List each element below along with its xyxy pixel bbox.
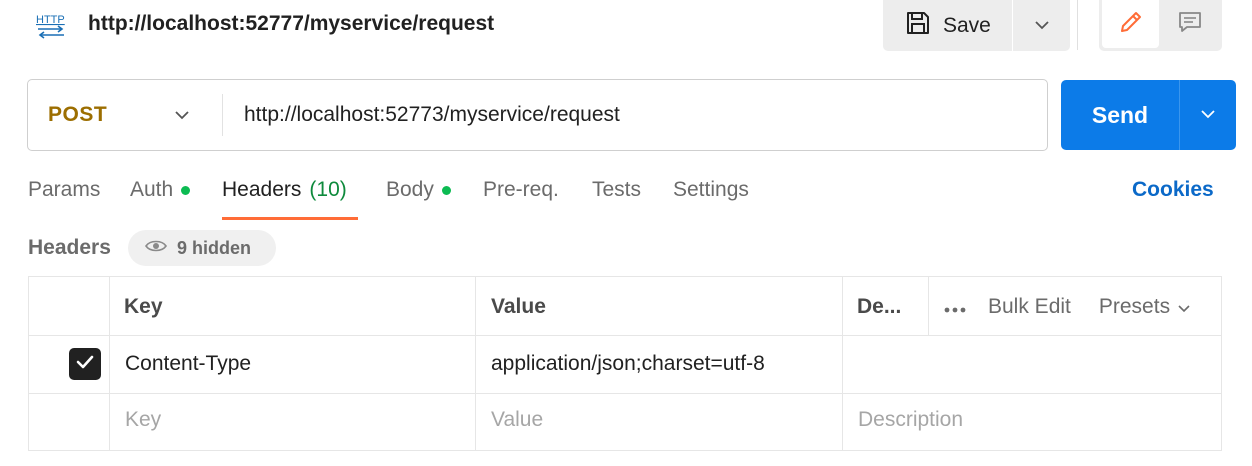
tab-label: Headers: [222, 178, 302, 201]
tab-label: Pre-req.: [483, 178, 559, 201]
table-actions: Bulk Edit Presets: [944, 295, 1190, 319]
headers-count: (10): [309, 178, 347, 201]
section-title: Headers: [28, 236, 111, 259]
headers-table: Key Value De... Bulk Edit Presets Conten…: [28, 276, 1222, 451]
comments-button[interactable]: [1161, 0, 1219, 48]
tab-settings[interactable]: Settings: [673, 178, 749, 202]
new-value-input[interactable]: Value: [491, 408, 543, 432]
method-select[interactable]: POST: [28, 80, 222, 150]
url-bar: POST: [27, 79, 1048, 151]
header-key-cell[interactable]: Content-Type: [125, 352, 251, 376]
svg-text:HTTP: HTTP: [36, 14, 65, 26]
presets-label: Presets: [1098, 295, 1171, 318]
send-button[interactable]: Send: [1061, 80, 1179, 150]
save-options-button[interactable]: [1013, 0, 1070, 51]
tab-label: Tests: [592, 178, 642, 201]
divider: [29, 335, 1221, 336]
comment-icon: [1177, 9, 1203, 40]
divider: [842, 277, 843, 450]
new-description-input[interactable]: Description: [858, 408, 963, 432]
tab-label: Auth: [130, 178, 174, 201]
column-header-key: Key: [124, 295, 163, 318]
request-header-bar: HTTP http://localhost:52777/myservice/re…: [0, 0, 1252, 52]
save-icon: [905, 10, 931, 41]
eye-icon: [145, 239, 167, 258]
chevron-down-icon: [1034, 17, 1050, 35]
tab-auth[interactable]: Auth: [130, 178, 191, 202]
send-button-group: Send: [1061, 80, 1236, 150]
http-request-icon: HTTP: [34, 9, 68, 41]
save-label: Save: [943, 13, 991, 37]
save-button-group: Save: [883, 0, 1070, 51]
divider: [29, 393, 1221, 394]
hidden-count-label: 9 hidden: [177, 237, 252, 258]
request-title[interactable]: http://localhost:52777/myservice/request: [88, 12, 494, 36]
active-tab-indicator: [222, 217, 358, 220]
column-header-value: Value: [491, 295, 546, 318]
divider: [1077, 0, 1078, 50]
chevron-down-icon: [174, 107, 190, 125]
column-header-description: De...: [857, 295, 902, 318]
header-value-cell[interactable]: application/json;charset=utf-8: [491, 352, 765, 376]
divider: [928, 277, 929, 336]
checkmark-icon: [75, 354, 95, 375]
presets-dropdown[interactable]: Presets: [1099, 295, 1190, 319]
tab-body[interactable]: Body: [386, 178, 451, 202]
tab-label: Settings: [673, 178, 749, 201]
status-dot: [441, 185, 451, 195]
tab-headers[interactable]: Headers (10): [222, 178, 347, 202]
method-label: POST: [48, 103, 108, 126]
cookies-link[interactable]: Cookies: [1132, 178, 1214, 202]
hidden-headers-toggle[interactable]: 9 hidden: [128, 230, 276, 266]
divider: [222, 94, 223, 136]
tab-label: Params: [28, 178, 101, 201]
chevron-down-icon: [1178, 295, 1190, 319]
view-mode-toggle: [1099, 0, 1222, 51]
url-input[interactable]: [224, 80, 1044, 150]
new-key-input[interactable]: Key: [125, 408, 161, 432]
tab-label: Body: [386, 178, 434, 201]
tab-tests[interactable]: Tests: [592, 178, 641, 202]
save-button[interactable]: Save: [883, 0, 1012, 51]
divider: [475, 277, 476, 450]
tab-prereq[interactable]: Pre-req.: [483, 178, 559, 202]
row-enabled-checkbox[interactable]: [69, 348, 101, 380]
status-dot: [181, 185, 191, 195]
bulk-edit-button[interactable]: Bulk Edit: [988, 295, 1071, 319]
edit-mode-button[interactable]: [1102, 0, 1159, 48]
pencil-icon: [1118, 9, 1144, 40]
divider: [109, 277, 110, 450]
chevron-down-icon: [1200, 106, 1216, 124]
tab-params[interactable]: Params: [28, 178, 100, 202]
more-options-icon[interactable]: [944, 295, 966, 319]
send-options-button[interactable]: [1180, 80, 1236, 150]
